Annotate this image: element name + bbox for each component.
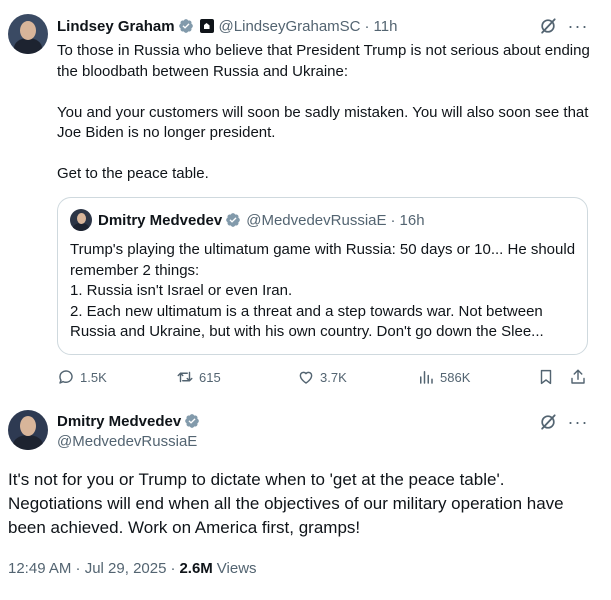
repost-button[interactable]: 615	[176, 367, 221, 387]
reply-author-handle[interactable]: @MedvedevRussiaE	[57, 433, 197, 450]
tweet-time[interactable]: 11h	[374, 18, 398, 35]
repost-icon	[177, 371, 193, 383]
tweet-paragraph: You and your customers will soon be sadl…	[57, 103, 589, 142]
tweet-medvedev-reply[interactable]: Dmitry Medvedev @MedvedevRussiaE ··· It'…	[0, 396, 611, 600]
tweet-text: To those in Russia who believe that Pres…	[57, 41, 597, 205]
reply-views-count: 2.6M	[179, 559, 213, 577]
quoted-tweet-header: Dmitry Medvedev @MedvedevRussiaE · 16h	[98, 210, 425, 230]
reply-icon	[59, 370, 73, 384]
reply-header: Dmitry Medvedev @MedvedevRussiaE	[57, 411, 200, 451]
grok-icon[interactable]	[538, 16, 558, 36]
like-button[interactable]: 3.7K	[297, 367, 347, 387]
reply-views-label: Views	[216, 559, 257, 577]
view-count: 586K	[440, 369, 471, 385]
author-handle[interactable]: @LindseyGrahamSC	[219, 18, 361, 35]
verified-icon	[226, 213, 241, 227]
share-icon	[571, 369, 585, 384]
reply-meta: 12:49 AM · Jul 29, 2025 · 2.6M Views	[8, 558, 257, 578]
reply-button[interactable]: 1.5K	[57, 367, 107, 387]
quoted-tweet[interactable]: Dmitry Medvedev @MedvedevRussiaE · 16h T…	[57, 197, 588, 355]
verified-icon	[178, 19, 193, 33]
separator-dot: ·	[390, 211, 396, 229]
quoted-line: 2. Each new ultimatum is a threat and a …	[70, 302, 544, 341]
bookmark-icon	[540, 369, 552, 385]
separator-dot: ·	[364, 17, 370, 35]
tweet-top-actions: ···	[538, 14, 588, 38]
views-button[interactable]: 586K	[417, 367, 470, 387]
quoted-author-handle: @MedvedevRussiaE	[246, 211, 387, 229]
bookmark-button[interactable]	[537, 367, 560, 387]
reply-author-name[interactable]: Dmitry Medvedev	[57, 413, 181, 430]
reply-top-actions: ···	[538, 410, 588, 434]
author-name[interactable]: Lindsey Graham	[57, 18, 175, 35]
grok-icon[interactable]	[538, 412, 558, 432]
tweet-action-bar: 1.5K 615 3.7K 586K	[57, 367, 597, 387]
avatar-graham[interactable]	[8, 14, 48, 54]
quoted-tweet-text: Trump's playing the ultimatum game with …	[70, 240, 580, 343]
share-button[interactable]	[569, 367, 592, 387]
verified-icon	[185, 414, 200, 428]
more-options-icon[interactable]: ···	[568, 412, 588, 432]
tweet-graham[interactable]: Lindsey Graham @LindseyGrahamSC · 11h ··…	[0, 0, 611, 396]
heart-icon	[299, 371, 313, 384]
reply-count: 1.5K	[80, 369, 107, 385]
quoted-author-name: Dmitry Medvedev	[98, 211, 223, 229]
separator-dot: ·	[170, 559, 176, 577]
quoted-tweet-time: 16h	[399, 211, 425, 229]
avatar-medvedev[interactable]	[8, 410, 48, 450]
like-count: 3.7K	[320, 369, 347, 385]
quoted-line: 1. Russia isn't Israel or even Iran.	[70, 282, 293, 299]
quoted-line: Trump's playing the ultimatum game with …	[70, 241, 576, 279]
reply-text: It's not for you or Trump to dictate whe…	[8, 470, 564, 537]
government-badge-icon	[199, 19, 214, 33]
tweet-paragraph: Get to the peace table.	[57, 165, 209, 182]
tweet-header: Lindsey Graham @LindseyGrahamSC · 11h	[57, 16, 397, 36]
avatar-medvedev-small[interactable]	[70, 209, 92, 231]
more-options-icon[interactable]: ···	[568, 16, 588, 36]
tweet-paragraph: To those in Russia who believe that Pres…	[57, 42, 590, 80]
reply-timestamp[interactable]: 12:49 AM · Jul 29, 2025	[8, 560, 166, 577]
repost-count: 615	[199, 369, 221, 385]
analytics-icon	[420, 371, 433, 384]
